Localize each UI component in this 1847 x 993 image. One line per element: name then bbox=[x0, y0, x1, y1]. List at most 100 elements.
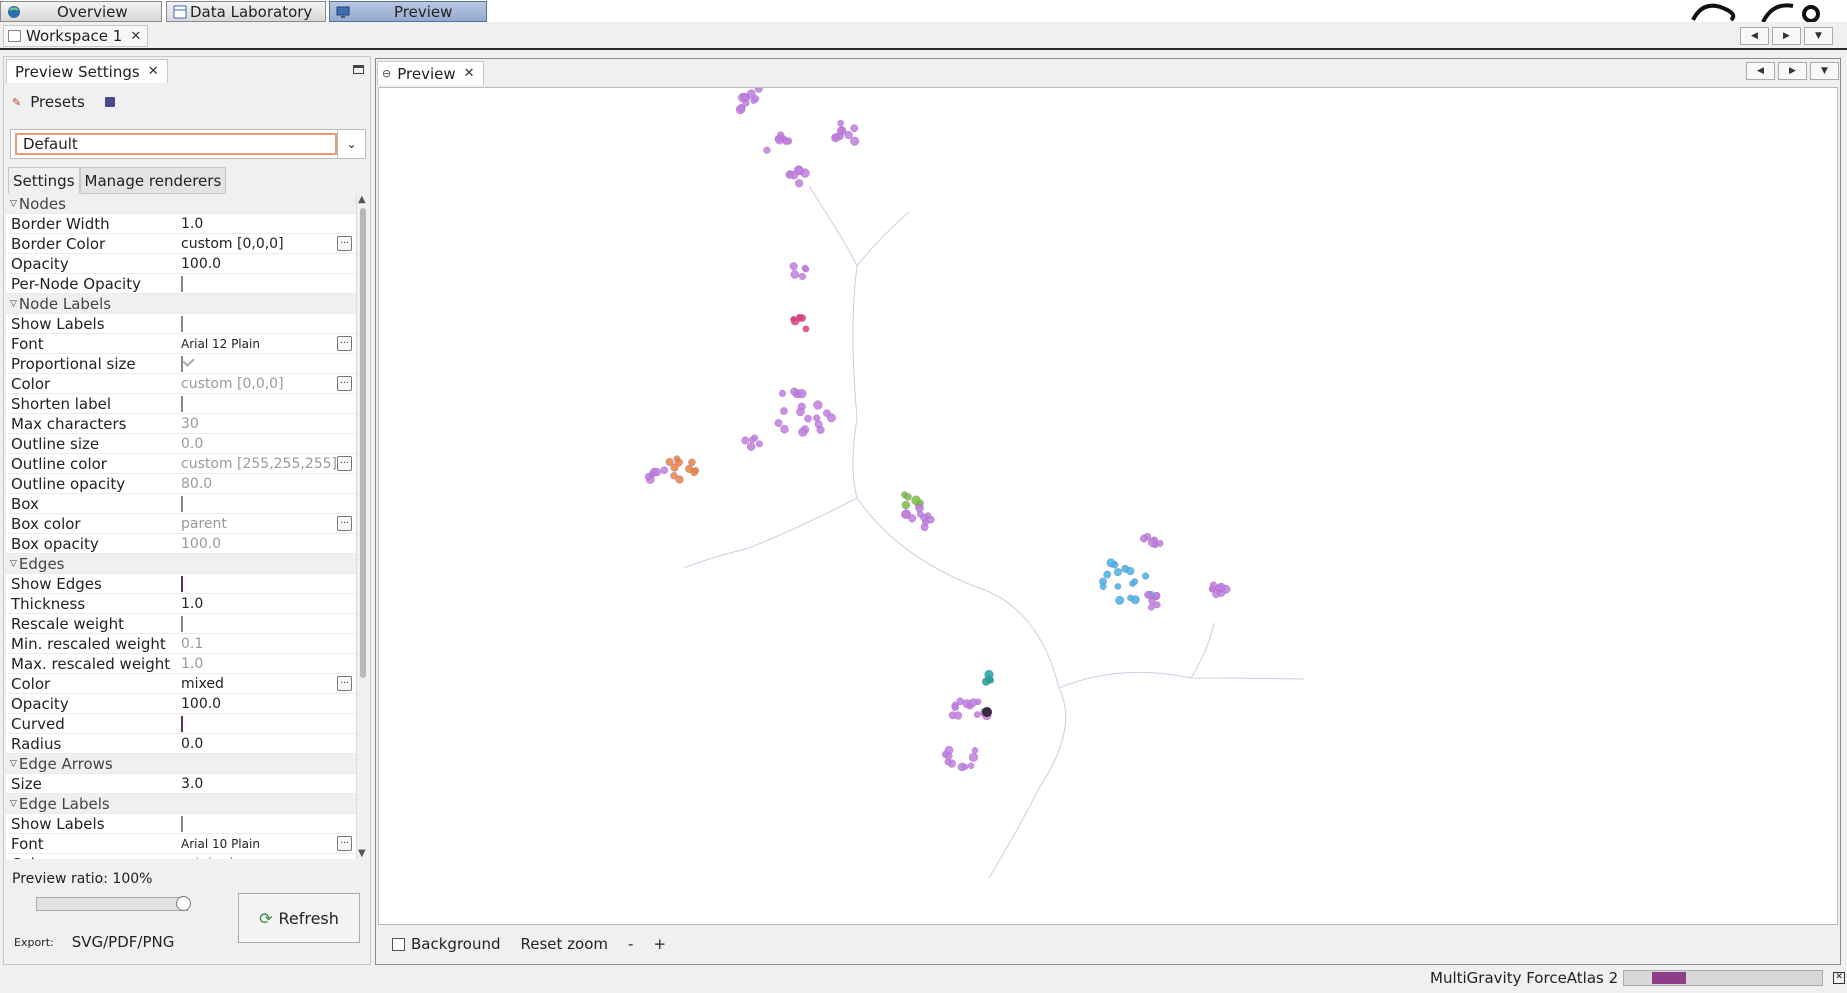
export-formats-link[interactable]: SVG/PDF/PNG bbox=[72, 933, 175, 951]
property-value[interactable]: 3.0 bbox=[181, 776, 356, 792]
collapse-triangle-icon[interactable]: ▽ bbox=[10, 299, 17, 309]
edit-button[interactable]: ... bbox=[337, 456, 352, 471]
preview-settings-tab-label: Preview Settings bbox=[15, 62, 140, 81]
property-value[interactable]: 100.0 bbox=[181, 696, 356, 712]
property-row: Opacity 100.0 bbox=[6, 694, 356, 714]
scroll-right-button[interactable]: ▶ bbox=[1772, 27, 1801, 45]
scroll-left-button[interactable]: ◀ bbox=[1746, 62, 1775, 80]
minimize-icon[interactable] bbox=[353, 65, 364, 74]
scrollbar-thumb[interactable] bbox=[360, 208, 366, 678]
property-label: Box color bbox=[11, 514, 81, 533]
close-icon[interactable]: ✕ bbox=[148, 64, 159, 79]
property-value[interactable]: 0.0 bbox=[181, 436, 356, 452]
property-checkbox[interactable] bbox=[181, 395, 183, 412]
preset-value[interactable]: Default bbox=[15, 133, 337, 155]
property-value[interactable]: 100.0 bbox=[181, 536, 356, 552]
workspace-tab[interactable]: Workspace 1 ✕ bbox=[3, 25, 149, 47]
graph-node bbox=[814, 420, 823, 429]
graph-node bbox=[1127, 594, 1134, 602]
property-value[interactable]: 0.1 bbox=[181, 636, 356, 652]
property-label: Radius bbox=[11, 734, 62, 753]
close-icon[interactable]: ✕ bbox=[464, 66, 475, 81]
property-category[interactable]: ▽ Nodes bbox=[6, 194, 356, 214]
close-icon[interactable]: ✕ bbox=[130, 29, 141, 44]
property-category[interactable]: ▽ Edge Labels bbox=[6, 794, 356, 814]
property-value[interactable]: custom [0,0,0] bbox=[181, 236, 337, 252]
property-value[interactable]: 1.0 bbox=[181, 656, 356, 672]
property-value[interactable]: mixed bbox=[181, 676, 337, 692]
graph-edge bbox=[1058, 671, 1305, 689]
refresh-label: Refresh bbox=[278, 908, 339, 928]
graph-node bbox=[911, 495, 921, 505]
property-value[interactable]: 30 bbox=[181, 416, 356, 432]
collapse-triangle-icon[interactable]: ▽ bbox=[10, 799, 17, 809]
property-checkbox[interactable] bbox=[181, 615, 183, 632]
workspace-menu-button[interactable]: ▼ bbox=[1804, 27, 1833, 45]
edit-button[interactable]: ... bbox=[337, 676, 352, 691]
edit-button[interactable]: ... bbox=[337, 336, 352, 351]
property-scrollbar[interactable]: ▲ ▼ bbox=[356, 194, 369, 859]
property-row: Show Labels bbox=[6, 314, 356, 334]
property-category[interactable]: ▽ Node Labels bbox=[6, 294, 356, 314]
background-checkbox[interactable] bbox=[392, 937, 405, 951]
property-category[interactable]: ▽ Edges bbox=[6, 554, 356, 574]
edit-button[interactable]: ... bbox=[337, 236, 352, 251]
background-toggle[interactable]: Background bbox=[392, 935, 501, 953]
edit-button[interactable]: ... bbox=[337, 516, 352, 531]
property-value[interactable]: custom [0,0,0] bbox=[181, 376, 337, 392]
save-icon[interactable] bbox=[104, 97, 115, 107]
property-value[interactable]: 80.0 bbox=[181, 476, 356, 492]
property-checkbox[interactable] bbox=[181, 575, 183, 592]
scroll-down-icon[interactable]: ▼ bbox=[358, 848, 366, 859]
chevron-down-icon[interactable]: ⌄ bbox=[337, 130, 365, 158]
presets-button[interactable]: ✎ Presets bbox=[12, 93, 115, 111]
graph-node bbox=[916, 510, 924, 518]
property-value[interactable]: custom [255,255,255] bbox=[181, 456, 337, 472]
refresh-button[interactable]: ⟳ Refresh bbox=[238, 893, 360, 943]
collapse-triangle-icon[interactable]: ▽ bbox=[10, 759, 17, 769]
scroll-up-icon[interactable]: ▲ bbox=[358, 194, 366, 205]
preview-settings-tab[interactable]: Preview Settings ✕ bbox=[6, 59, 168, 83]
property-label: Color bbox=[6, 855, 181, 860]
edit-button[interactable]: ... bbox=[337, 836, 352, 851]
property-checkbox[interactable] bbox=[181, 715, 183, 732]
edit-button[interactable]: ... bbox=[337, 376, 352, 391]
tab-manage-renderers[interactable]: Manage renderers bbox=[79, 167, 227, 194]
property-checkbox[interactable] bbox=[181, 495, 183, 512]
graph-node bbox=[754, 84, 763, 93]
property-checkbox[interactable] bbox=[181, 315, 183, 332]
property-category[interactable]: ▽ Edge Arrows bbox=[6, 754, 356, 774]
data-laboratory-tab[interactable]: Data Laboratory bbox=[166, 1, 326, 22]
property-value[interactable]: 1.0 bbox=[181, 596, 356, 612]
zoom-in-button[interactable]: + bbox=[653, 935, 666, 953]
property-value[interactable]: 1.0 bbox=[181, 216, 356, 232]
preset-select[interactable]: Default ⌄ bbox=[10, 129, 366, 159]
graph-node bbox=[746, 442, 756, 451]
collapse-triangle-icon[interactable]: ▽ bbox=[10, 199, 17, 209]
collapse-triangle-icon[interactable]: ▽ bbox=[10, 559, 17, 569]
scroll-left-button[interactable]: ◀ bbox=[1740, 27, 1769, 45]
graph-node bbox=[850, 136, 860, 146]
graph-preview-canvas[interactable] bbox=[378, 84, 1838, 925]
property-checkbox[interactable] bbox=[181, 355, 183, 372]
preview-ratio-slider[interactable] bbox=[36, 896, 191, 911]
property-value[interactable]: 100.0 bbox=[181, 256, 356, 272]
preview-tab[interactable]: ⊖ Preview ✕ bbox=[377, 61, 484, 85]
tab-settings[interactable]: Settings bbox=[8, 167, 80, 194]
property-checkbox[interactable] bbox=[181, 275, 183, 292]
property-value[interactable]: parent bbox=[181, 516, 337, 532]
overview-tab[interactable]: Overview bbox=[0, 1, 162, 22]
slider-knob[interactable] bbox=[176, 896, 191, 911]
property-value[interactable]: Arial 10 Plain bbox=[181, 837, 337, 851]
scroll-right-button[interactable]: ▶ bbox=[1778, 62, 1807, 80]
reset-zoom-button[interactable]: Reset zoom bbox=[521, 935, 609, 953]
graph-node bbox=[1131, 578, 1139, 586]
zoom-out-button[interactable]: - bbox=[628, 935, 633, 953]
property-checkbox[interactable] bbox=[181, 815, 183, 832]
property-value[interactable]: original bbox=[181, 856, 356, 860]
property-value[interactable]: 0.0 bbox=[181, 736, 356, 752]
preview-perspective-tab[interactable]: Preview bbox=[329, 1, 487, 22]
stop-icon[interactable]: ✕ bbox=[1833, 972, 1846, 984]
property-value[interactable]: Arial 12 Plain bbox=[181, 337, 337, 351]
preview-menu-button[interactable]: ▼ bbox=[1810, 62, 1839, 80]
